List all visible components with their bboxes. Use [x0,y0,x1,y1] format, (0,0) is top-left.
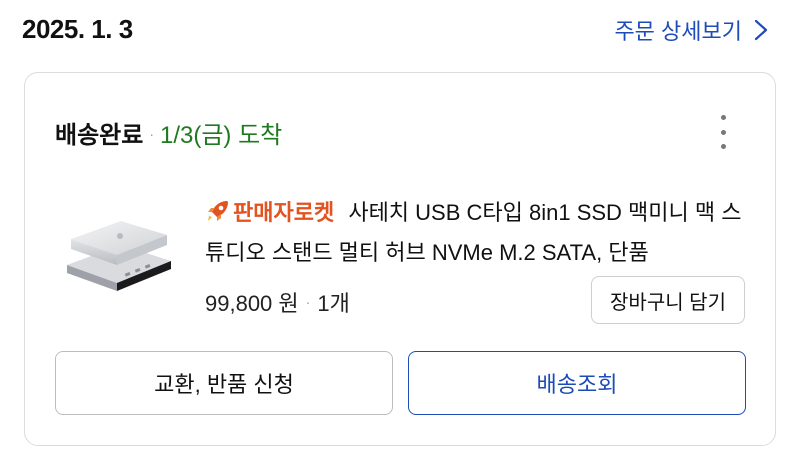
order-date: 2025. 1. 3 [22,14,133,44]
delivery-status: 배송완료 · 1/3(금) 도착 [55,115,282,150]
more-options-button[interactable] [715,115,731,149]
rocket-icon [208,201,228,221]
order-card: 배송완료 · 1/3(금) 도착 판매자로켓 사테치 USB C타입 8in1 … [24,72,776,446]
product-title[interactable]: 판매자로켓 사테치 USB C타입 8in1 SSD 맥미니 맥 스튜디오 스탠… [205,193,750,273]
more-vertical-icon [720,115,726,120]
price-separator: · [305,294,311,310]
delivery-tracking-button[interactable]: 배송조회 [408,351,746,415]
status-label: 배송완료 [55,122,144,149]
chevron-right-icon [754,19,768,41]
order-detail-link-label: 주문 상세보기 [614,19,742,44]
product-image[interactable] [63,203,175,293]
product-price: 99,800 원 [205,291,299,316]
price-row: 99,800 원 · 1개 [205,286,350,318]
seller-rocket-badge: 판매자로켓 [205,200,340,225]
product-quantity: 1개 [317,291,350,316]
arrival-date: 1/3(금) 도착 [160,122,283,149]
order-detail-link[interactable]: 주문 상세보기 [614,14,770,46]
status-separator: · [149,126,154,142]
exchange-return-button[interactable]: 교환, 반품 신청 [55,351,393,415]
badge-label: 판매자로켓 [233,200,335,225]
add-to-cart-button[interactable]: 장바구니 담기 [591,276,745,324]
